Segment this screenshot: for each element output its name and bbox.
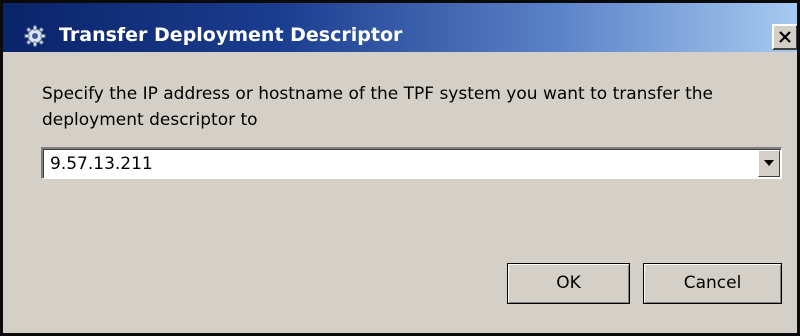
transfer-dialog: Transfer Deployment Descriptor Specify t… [0,0,800,336]
dropdown-button[interactable] [758,150,780,177]
gear-icon [24,25,46,47]
title-bar[interactable]: Transfer Deployment Descriptor [3,3,797,52]
dialog-title: Transfer Deployment Descriptor [59,24,403,46]
ok-button[interactable]: OK [507,263,630,304]
cancel-button[interactable]: Cancel [643,263,782,304]
host-combobox[interactable]: 9.57.13.211 [41,147,782,179]
close-button[interactable] [772,24,797,50]
chevron-down-icon [764,160,774,166]
close-icon [779,31,791,43]
host-input[interactable]: 9.57.13.211 [50,153,153,175]
prompt-label: Specify the IP address or hostname of th… [42,84,714,130]
